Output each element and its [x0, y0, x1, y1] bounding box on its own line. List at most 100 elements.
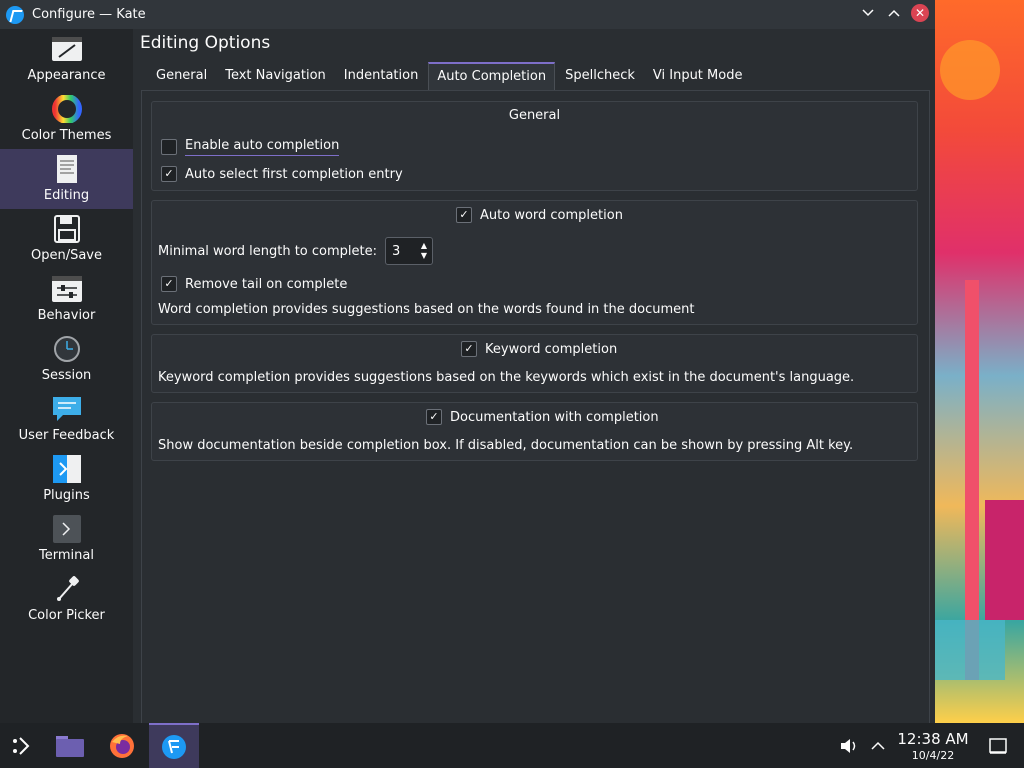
application-launcher[interactable] — [0, 723, 44, 768]
show-desktop-button[interactable] — [985, 723, 1011, 768]
remove-tail-checkbox[interactable] — [161, 276, 177, 292]
chevron-down-icon — [862, 9, 874, 17]
open-save-icon — [51, 215, 83, 243]
tab-spellcheck[interactable]: Spellcheck — [557, 62, 643, 90]
tab-text-navigation[interactable]: Text Navigation — [217, 62, 334, 90]
editing-icon — [51, 155, 83, 183]
auto-word-completion-checkbox[interactable] — [456, 207, 472, 223]
color-picker-icon — [51, 575, 83, 603]
title-bar[interactable]: Configure — Kate ✕ — [0, 0, 935, 29]
sidebar-item-color-picker[interactable]: Color Picker — [0, 569, 133, 629]
sidebar-item-color-themes[interactable]: Color Themes — [0, 89, 133, 149]
tab-indentation[interactable]: Indentation — [336, 62, 427, 90]
sidebar-item-label: Color Themes — [21, 128, 112, 143]
sidebar-item-label: Color Picker — [28, 608, 105, 623]
sidebar-item-label: Appearance — [27, 68, 106, 83]
enable-auto-completion-row[interactable]: Enable auto completion — [161, 138, 340, 156]
sidebar-item-behavior[interactable]: Behavior — [0, 269, 133, 329]
firefox-icon — [110, 733, 134, 758]
desktop-wallpaper — [935, 0, 1024, 723]
sidebar-item-editing[interactable]: Editing — [0, 149, 133, 209]
clock-time: 12:38 AM — [897, 729, 969, 748]
sidebar-item-plugins[interactable]: Plugins — [0, 449, 133, 509]
sidebar-item-terminal[interactable]: Terminal — [0, 509, 133, 569]
kate-icon — [162, 734, 186, 759]
main-panel: Editing Options General Text Navigation … — [133, 29, 935, 726]
tab-bar: General Text Navigation Indentation Auto… — [148, 62, 752, 91]
enable-auto-completion-checkbox[interactable] — [161, 139, 177, 155]
window-title: Configure — Kate — [32, 7, 146, 22]
system-tray-expander[interactable] — [868, 723, 888, 768]
min-word-length-spinbox[interactable]: 3 ▲ ▼ — [385, 237, 433, 265]
sidebar-item-label: Session — [41, 368, 92, 383]
sidebar-item-label: Behavior — [37, 308, 96, 323]
configure-window: Configure — Kate ✕ Appearance Color Them… — [0, 0, 935, 726]
chevron-up-icon — [888, 9, 900, 17]
checkbox-label: Enable auto completion — [185, 138, 340, 156]
session-icon — [51, 335, 83, 363]
auto-word-completion-group: Auto word completion Minimal word length… — [151, 200, 918, 325]
sidebar: Appearance Color Themes Editing Open/Sav… — [0, 29, 133, 723]
sidebar-item-appearance[interactable]: Appearance — [0, 29, 133, 89]
chevron-up-icon — [871, 741, 885, 750]
tab-vi-input-mode[interactable]: Vi Input Mode — [645, 62, 751, 90]
page-title: Editing Options — [140, 33, 271, 53]
sidebar-item-label: Terminal — [39, 548, 94, 563]
taskbar: 12:38 AM 10/4/22 — [0, 723, 1024, 768]
launcher-icon — [13, 736, 30, 755]
plugins-icon — [51, 455, 83, 483]
tab-auto-completion[interactable]: Auto Completion — [428, 62, 556, 91]
checkbox-label: Documentation with completion — [450, 409, 659, 425]
auto-select-first-checkbox[interactable] — [161, 166, 177, 182]
taskbar-firefox[interactable] — [102, 723, 142, 768]
auto-completion-panel: General Enable auto completion Auto sele… — [141, 90, 930, 726]
documentation-description: Show documentation beside completion box… — [158, 438, 854, 453]
close-icon: ✕ — [914, 6, 926, 20]
checkbox-label: Auto word completion — [480, 207, 623, 223]
documentation-checkbox[interactable] — [426, 409, 442, 425]
auto-word-completion-title[interactable]: Auto word completion — [456, 207, 623, 223]
volume-button[interactable] — [838, 723, 860, 768]
spinbox-value: 3 — [392, 244, 401, 259]
kate-app-icon[interactable] — [6, 5, 24, 24]
checkbox-label: Remove tail on complete — [185, 276, 348, 292]
sidebar-item-user-feedback[interactable]: User Feedback — [0, 389, 133, 449]
keyword-completion-checkbox[interactable] — [461, 341, 477, 357]
clock[interactable]: 12:38 AM 10/4/22 — [895, 723, 971, 768]
sidebar-item-label: User Feedback — [18, 428, 115, 443]
color-themes-icon — [51, 94, 83, 124]
group-title: General — [508, 108, 561, 123]
chevron-up-icon[interactable]: ▲ — [421, 242, 427, 250]
chevron-down-icon[interactable]: ▼ — [421, 252, 427, 260]
keyword-completion-title[interactable]: Keyword completion — [461, 341, 617, 357]
sidebar-item-open-save[interactable]: Open/Save — [0, 209, 133, 269]
minimize-button[interactable] — [859, 4, 877, 22]
min-word-length-row: Minimal word length to complete: 3 ▲ ▼ — [158, 237, 433, 265]
clock-date: 10/4/22 — [911, 748, 955, 762]
behavior-icon — [51, 275, 83, 303]
volume-icon — [841, 738, 856, 753]
keyword-completion-description: Keyword completion provides suggestions … — [158, 370, 855, 385]
checkbox-label: Auto select first completion entry — [185, 166, 403, 182]
terminal-icon — [51, 515, 83, 543]
sidebar-item-label: Plugins — [43, 488, 90, 503]
appearance-icon — [51, 35, 83, 63]
min-word-length-label: Minimal word length to complete: — [158, 243, 377, 259]
tab-general[interactable]: General — [148, 62, 215, 90]
documentation-group: Documentation with completion Show docum… — [151, 402, 918, 461]
remove-tail-row[interactable]: Remove tail on complete — [161, 276, 347, 292]
sidebar-item-session[interactable]: Session — [0, 329, 133, 389]
taskbar-kate[interactable] — [149, 723, 199, 768]
keyword-completion-group: Keyword completion Keyword completion pr… — [151, 334, 918, 393]
close-button[interactable]: ✕ — [911, 4, 929, 22]
user-feedback-icon — [51, 395, 83, 423]
word-completion-description: Word completion provides suggestions bas… — [158, 302, 695, 317]
sidebar-item-label: Open/Save — [30, 248, 102, 263]
documentation-title[interactable]: Documentation with completion — [426, 409, 659, 425]
auto-select-first-row[interactable]: Auto select first completion entry — [161, 166, 403, 182]
maximize-button[interactable] — [885, 4, 903, 22]
general-group: General Enable auto completion Auto sele… — [151, 101, 918, 191]
taskbar-file-manager[interactable] — [50, 723, 90, 768]
folder-icon — [56, 735, 84, 757]
show-desktop-icon — [989, 737, 1007, 754]
